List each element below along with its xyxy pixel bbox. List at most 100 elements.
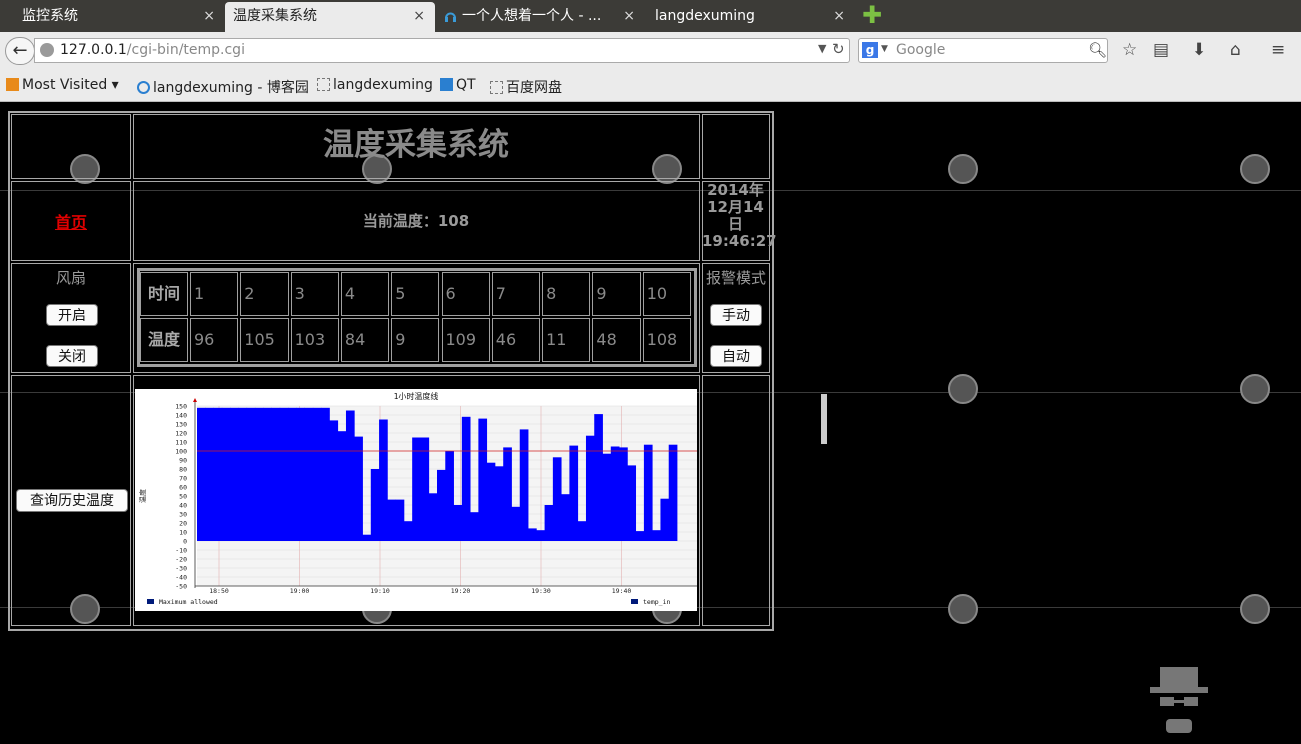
- bookmark-most-visited[interactable]: Most Visited ▾: [6, 77, 119, 93]
- legend-swatch-temp: [631, 599, 638, 604]
- page-title: 温度采集系统: [323, 127, 509, 163]
- alarm-auto-button[interactable]: 自动: [710, 345, 762, 367]
- temp-bar: [312, 407, 322, 541]
- bookmark-langdexuming[interactable]: langdexuming: [317, 77, 433, 93]
- y-tick-label: 90: [179, 457, 187, 465]
- tab-monitor[interactable]: 监控系统 ×: [0, 2, 225, 32]
- temp-cell: 103: [290, 318, 339, 362]
- time-cell: 8: [542, 272, 591, 316]
- y-tick-label: 150: [175, 403, 187, 411]
- temp-bar: [528, 528, 537, 541]
- menu-icon[interactable]: ≡: [1271, 40, 1285, 60]
- header-right-cell: [702, 114, 770, 179]
- x-tick-label: 18:50: [209, 587, 229, 595]
- temp-bar: [610, 446, 620, 541]
- url-text[interactable]: 127.0.0.1/cgi-bin/temp.cgi: [60, 42, 245, 58]
- hat-man-decoration-icon: [1150, 667, 1208, 733]
- google-engine-icon[interactable]: g: [862, 42, 878, 58]
- temp-bar: [635, 531, 645, 541]
- home-link[interactable]: 首页: [12, 209, 130, 233]
- search-icon[interactable]: 🔍︎: [1088, 41, 1107, 59]
- back-button[interactable]: ←: [5, 37, 35, 65]
- temp-bar: [577, 521, 587, 541]
- legend-label-temp: temp_in: [643, 598, 670, 606]
- home-icon[interactable]: ⌂: [1230, 40, 1241, 60]
- datetime-display: 2014年 12月14 日 19:46:27: [702, 181, 777, 250]
- temp-bar: [619, 447, 628, 541]
- y-tick-label: 140: [175, 412, 187, 420]
- alarm-manual-button[interactable]: 手动: [710, 304, 762, 326]
- x-tick-label: 19:20: [451, 587, 471, 595]
- time-cell: 6: [441, 272, 490, 316]
- bookmarks-list-icon[interactable]: ▤: [1153, 40, 1169, 60]
- chart-svg: -50-40-30-20-100102030405060708090100110…: [138, 398, 697, 606]
- temp-bar: [437, 469, 446, 541]
- temp-bar: [370, 469, 380, 541]
- temp-bar: [296, 407, 305, 541]
- temp-bar: [304, 407, 314, 541]
- y-tick-label: 70: [179, 475, 187, 483]
- temp-bar: [519, 429, 529, 541]
- temp-bar: [544, 505, 554, 541]
- url-dropdown-icon[interactable]: ▼: [818, 42, 826, 55]
- x-tick-label: 19:00: [290, 587, 310, 595]
- back-arrow-icon: ←: [12, 40, 28, 61]
- download-icon[interactable]: ⬇: [1192, 40, 1206, 60]
- tab-temperature[interactable]: 温度采集系统 ×: [225, 2, 435, 32]
- search-input[interactable]: Google: [896, 42, 945, 58]
- tab-label: 温度采集系统: [233, 8, 317, 24]
- temp-bar: [445, 451, 454, 541]
- close-icon[interactable]: ×: [833, 2, 845, 30]
- temp-bar: [428, 493, 438, 541]
- empty-cell: [702, 375, 770, 626]
- x-tick-label: 19:40: [612, 587, 632, 595]
- time-cell: 2: [240, 272, 289, 316]
- temp-bar: [238, 407, 248, 541]
- temp-cell: 11: [542, 318, 591, 362]
- tab-blog[interactable]: 一个人想着一个人 - ... ×: [440, 2, 645, 32]
- temp-bar: [585, 435, 595, 541]
- search-engine-dropdown-icon[interactable]: ▼: [881, 44, 888, 54]
- y-axis-label: 温度: [138, 489, 147, 503]
- bookmark-qt[interactable]: QT: [440, 77, 476, 93]
- tab-label: langdexuming: [655, 8, 755, 24]
- y-tick-label: -50: [175, 583, 187, 591]
- temp-bar: [660, 498, 670, 541]
- tab-langdexuming[interactable]: langdexuming ×: [645, 2, 855, 32]
- close-icon[interactable]: ×: [623, 2, 635, 30]
- time-cell: 4: [340, 272, 390, 316]
- fan-off-button[interactable]: 关闭: [46, 345, 98, 367]
- bookmark-blog[interactable]: langdexuming - 博客园: [137, 77, 309, 97]
- temp-bar: [197, 407, 206, 541]
- tab-label: 监控系统: [22, 8, 78, 24]
- bookmark-baidu-pan[interactable]: 百度网盘: [490, 77, 562, 97]
- y-tick-label: -10: [175, 547, 187, 555]
- globe-icon: [40, 43, 54, 57]
- y-tick-label: 10: [179, 529, 187, 537]
- bookmark-star-icon[interactable]: ☆: [1122, 40, 1137, 60]
- x-tick-label: 19:10: [370, 587, 390, 595]
- reload-icon[interactable]: ↻: [832, 40, 845, 58]
- close-icon[interactable]: ×: [413, 2, 425, 30]
- y-tick-label: 120: [175, 430, 187, 438]
- temp-bar: [279, 407, 289, 541]
- x-tick-label: 19:30: [531, 587, 551, 595]
- close-icon[interactable]: ×: [203, 2, 215, 30]
- temp-bar: [412, 437, 421, 541]
- history-query-button[interactable]: 查询历史温度: [16, 489, 128, 512]
- page-content: 温度采集系统 首页 当前温度：108 2014年 12月14 日 19:46:2…: [0, 102, 1301, 744]
- temp-bar: [569, 445, 579, 541]
- legend-swatch-max: [147, 599, 154, 604]
- y-tick-label: 30: [179, 511, 187, 519]
- fan-on-button[interactable]: 开启: [46, 304, 98, 326]
- temp-bar: [511, 506, 521, 541]
- temp-bar: [453, 505, 463, 541]
- page-icon: [317, 78, 330, 91]
- temp-bar: [221, 407, 231, 541]
- y-tick-label: -20: [175, 556, 187, 564]
- new-tab-button[interactable]: ✚: [862, 3, 884, 27]
- temp-bar: [354, 436, 363, 541]
- temp-bar: [254, 407, 264, 541]
- temp-bar: [627, 465, 637, 541]
- folder-icon: [6, 78, 19, 91]
